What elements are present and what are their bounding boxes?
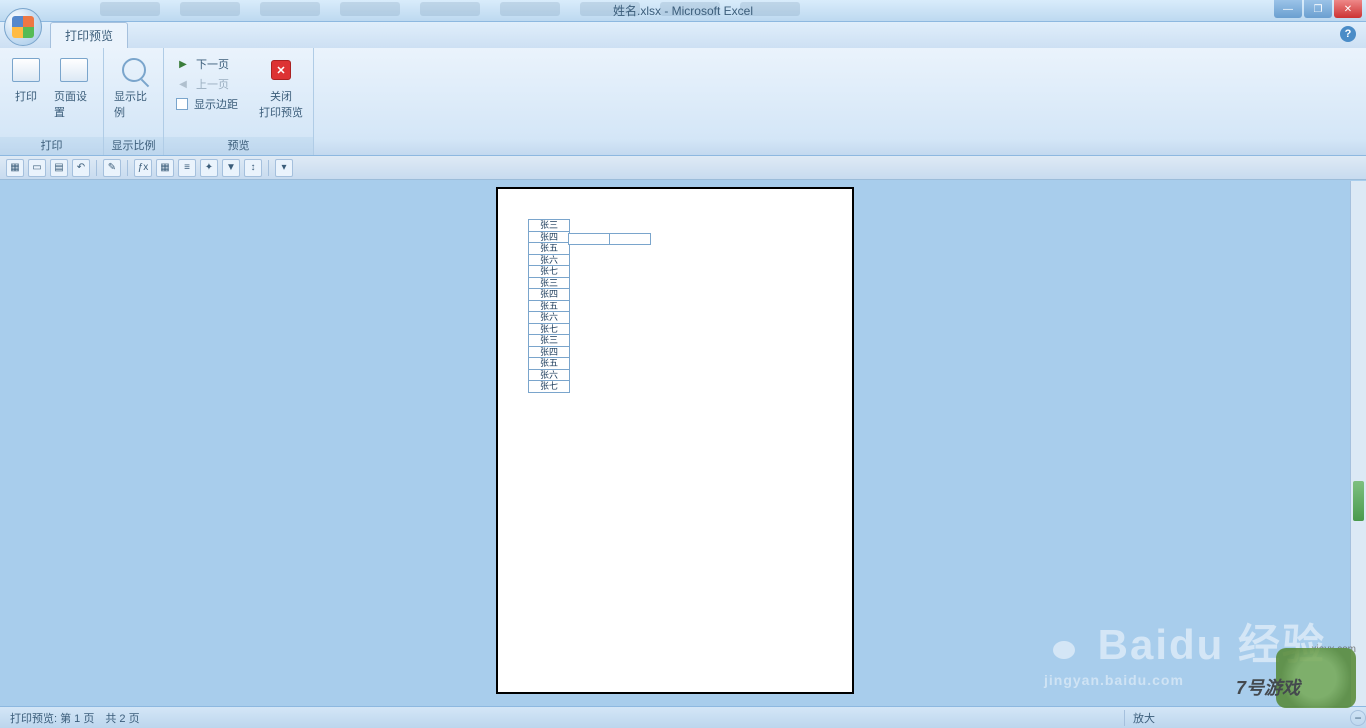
zoom-label: 显示比例 xyxy=(114,88,153,120)
qat-grid-icon[interactable]: ▦ xyxy=(156,159,174,177)
qat-filter-icon[interactable]: ▼ xyxy=(222,159,240,177)
table-cell: 张七 xyxy=(528,380,570,393)
show-margins-label: 显示边距 xyxy=(194,96,238,112)
close-line1: 关闭 xyxy=(270,88,292,104)
qat-pen-icon[interactable]: ✎ xyxy=(103,159,121,177)
close-x-icon: ✕ xyxy=(271,60,291,80)
show-margins-checkbox[interactable]: 显示边距 xyxy=(176,96,238,112)
zoom-button[interactable]: 显示比例 xyxy=(108,52,159,122)
quick-access-toolbar: ▦ ▭ ▤ ↶ ✎ ƒx ▦ ≡ ✦ ▼ ↕ ▾ xyxy=(0,156,1366,180)
extra-selection xyxy=(569,233,651,246)
page-setup-button[interactable]: 页面设置 xyxy=(48,52,99,122)
ribbon-group-preview: ▶ 下一页 ◀ 上一页 显示边距 ✕ 关闭 打印预览 预览 xyxy=(164,48,314,155)
qat-undo-icon[interactable]: ↶ xyxy=(72,159,90,177)
printer-icon xyxy=(12,58,40,82)
ribbon-group-zoom: 显示比例 显示比例 xyxy=(104,48,164,155)
office-logo-icon xyxy=(12,16,34,38)
qat-more-icon[interactable]: ▾ xyxy=(275,159,293,177)
qat-sort-icon[interactable]: ↕ xyxy=(244,159,262,177)
prev-page-button[interactable]: ◀ 上一页 xyxy=(176,76,238,92)
ribbon: 打印 页面设置 打印 显示比例 显示比例 ▶ 下一页 xyxy=(0,48,1366,156)
prev-page-label: 上一页 xyxy=(196,76,229,92)
next-page-button[interactable]: ▶ 下一页 xyxy=(176,56,238,72)
close-line2: 打印预览 xyxy=(259,104,303,120)
qat-paint-icon[interactable]: ✦ xyxy=(200,159,218,177)
scrollbar-thumb[interactable] xyxy=(1353,481,1364,521)
qat-open-icon[interactable]: ▭ xyxy=(28,159,46,177)
preview-page: 张三张四张五张六张七张三张四张五张六张七张三张四张五张六张七 xyxy=(496,187,854,694)
group-label-preview: 预览 xyxy=(164,137,313,155)
zoom-out-icon[interactable]: − xyxy=(1350,710,1366,726)
arrow-up-icon: ◀ xyxy=(176,77,190,91)
print-label: 打印 xyxy=(15,88,37,104)
status-zoom-label[interactable]: 放大 xyxy=(1124,710,1344,726)
preview-table: 张三张四张五张六张七张三张四张五张六张七张三张四张五张六张七 xyxy=(528,220,570,393)
tab-print-preview[interactable]: 打印预览 xyxy=(50,22,128,48)
group-label-zoom: 显示比例 xyxy=(104,137,163,155)
page-setup-label: 页面设置 xyxy=(54,88,93,120)
next-page-label: 下一页 xyxy=(196,56,229,72)
ribbon-group-print: 打印 页面设置 打印 xyxy=(0,48,104,155)
page-setup-icon xyxy=(60,58,88,82)
window-title: 姓名.xlsx - Microsoft Excel xyxy=(613,2,753,19)
maximize-button[interactable]: ❐ xyxy=(1304,0,1332,18)
titlebar: 姓名.xlsx - Microsoft Excel — ❐ ✕ xyxy=(0,0,1366,22)
status-page-info: 打印预览: 第 1 页 共 2 页 xyxy=(0,710,150,726)
window-controls: — ❐ ✕ xyxy=(1274,0,1362,18)
minimize-button[interactable]: — xyxy=(1274,0,1302,18)
close-preview-button[interactable]: ✕ 关闭 打印预览 xyxy=(253,52,309,122)
group-label-print: 打印 xyxy=(0,137,103,155)
office-button[interactable] xyxy=(4,8,42,46)
qat-fx-icon[interactable]: ƒx xyxy=(134,159,152,177)
magnifier-icon xyxy=(122,58,146,82)
arrow-down-icon: ▶ xyxy=(176,57,190,71)
qat-align-icon[interactable]: ≡ xyxy=(178,159,196,177)
qat-save-icon[interactable]: ▦ xyxy=(6,159,24,177)
qat-new-icon[interactable]: ▤ xyxy=(50,159,68,177)
print-button[interactable]: 打印 xyxy=(4,52,48,106)
close-window-button[interactable]: ✕ xyxy=(1334,0,1362,18)
tabstrip: 打印预览 ? xyxy=(0,22,1366,48)
vertical-scrollbar[interactable] xyxy=(1350,181,1366,706)
help-icon[interactable]: ? xyxy=(1340,26,1356,42)
statusbar: 打印预览: 第 1 页 共 2 页 放大 − xyxy=(0,706,1366,728)
preview-area[interactable]: 张三张四张五张六张七张三张四张五张六张七张三张四张五张六张七 xyxy=(0,181,1350,706)
checkbox-icon xyxy=(176,98,188,110)
